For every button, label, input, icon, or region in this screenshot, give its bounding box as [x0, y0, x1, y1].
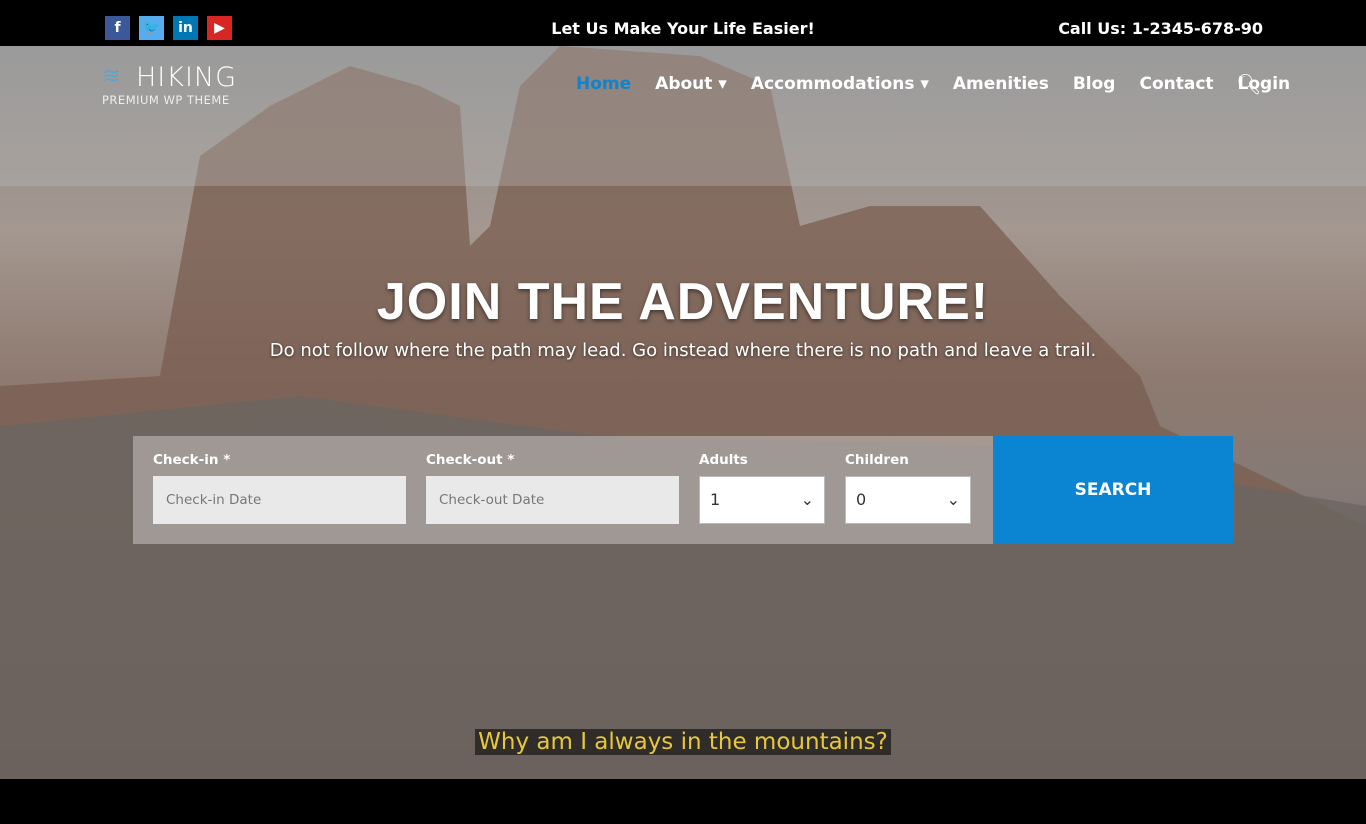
adults-label: Adults — [699, 452, 748, 468]
search-icon[interactable]: 🔍︎ — [1236, 72, 1261, 96]
video-caption: Why am I always in the mountains? — [0, 729, 1366, 755]
nav-amenities[interactable]: Amenities — [953, 74, 1049, 94]
nav-accommodations[interactable]: Accommodations ▾ — [751, 74, 929, 94]
search-button[interactable]: SEARCH — [993, 436, 1233, 544]
top-bar: f 🐦 in ▶ Let Us Make Your Life Easier! C… — [0, 0, 1366, 46]
hiking-logo-icon: ≋ — [102, 64, 121, 89]
hero-title: JOIN THE ADVENTURE! — [376, 273, 990, 331]
nav-blog[interactable]: Blog — [1073, 74, 1116, 94]
children-label: Children — [845, 452, 909, 468]
logo-subtitle: PREMIUM WP THEME — [102, 93, 230, 107]
adults-field: Adults 1 ⌄ — [699, 452, 825, 524]
hero-subtitle: Do not follow where the path may lead. G… — [269, 340, 1097, 361]
nav-contact[interactable]: Contact — [1139, 74, 1213, 94]
hero-section: ≋ HIKING PREMIUM WP THEME Home About ▾ A… — [0, 46, 1366, 779]
checkin-field: Check-in * Check-in Date — [153, 452, 406, 524]
checkout-field: Check-out * Check-out Date — [426, 452, 679, 524]
caption-text: Why am I always in the mountains? — [475, 729, 891, 755]
booking-form: Check-in * Check-in Date Check-out * Che… — [133, 436, 993, 544]
checkin-input[interactable]: Check-in Date — [153, 476, 406, 524]
nav-home[interactable]: Home — [576, 74, 631, 94]
site-logo[interactable]: ≋ HIKING PREMIUM WP THEME — [102, 62, 237, 107]
children-select[interactable]: 0 ⌄ — [845, 476, 971, 524]
phone-number[interactable]: Call Us: 1-2345-678-90 — [1058, 19, 1263, 38]
checkout-input[interactable]: Check-out Date — [426, 476, 679, 524]
main-nav: Home About ▾ Accommodations ▾ Amenities … — [576, 74, 1290, 94]
checkin-label: Check-in * — [153, 452, 231, 468]
mountain-background — [0, 46, 1366, 779]
nav-about[interactable]: About ▾ — [655, 74, 727, 94]
logo-title: HIKING — [136, 62, 238, 93]
adults-select[interactable]: 1 ⌄ — [699, 476, 825, 524]
checkout-label: Check-out * — [426, 452, 515, 468]
chevron-down-icon: ⌄ — [800, 490, 814, 509]
children-field: Children 0 ⌄ — [845, 452, 971, 524]
chevron-down-icon: ⌄ — [946, 490, 960, 509]
